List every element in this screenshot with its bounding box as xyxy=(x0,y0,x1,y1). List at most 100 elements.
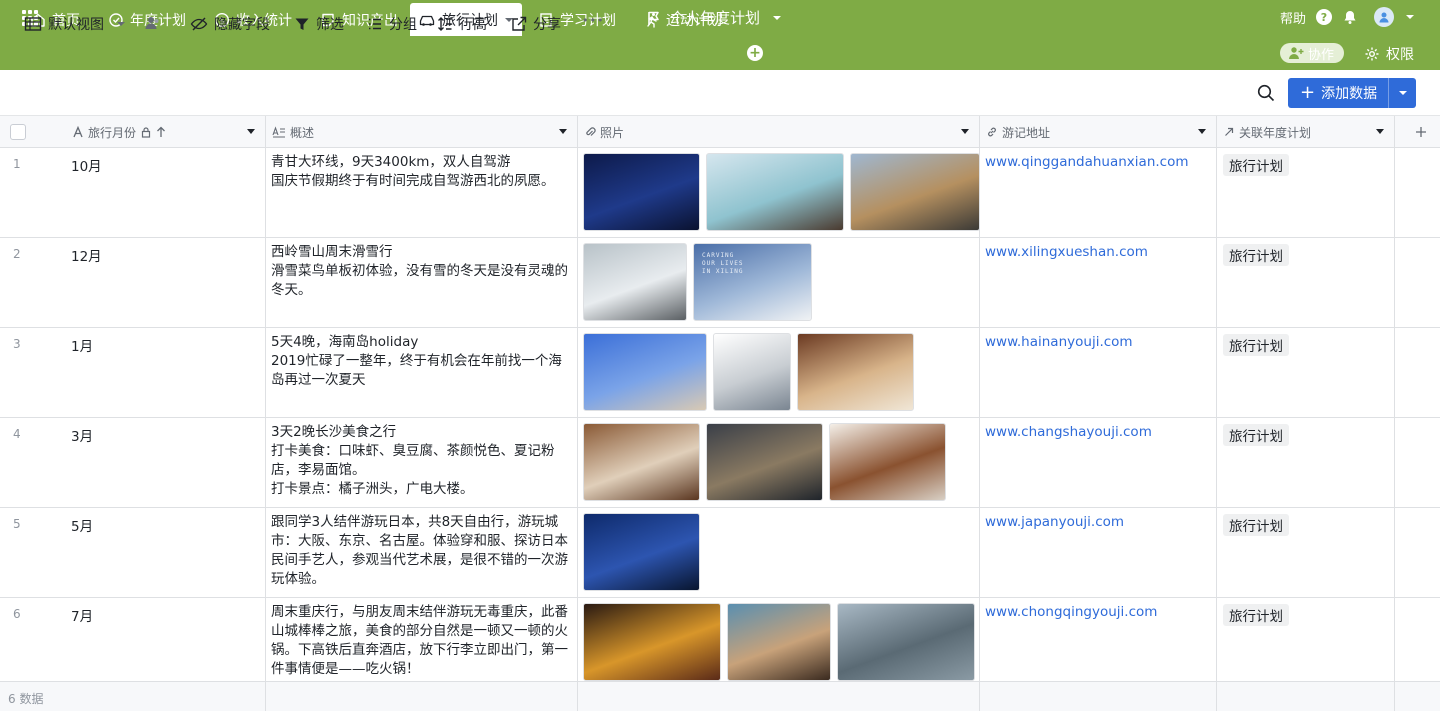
column-header-month[interactable]: 旅行月份 xyxy=(64,116,266,148)
cell-desc[interactable]: 青甘大环线，9天3400km，双人自驾游 国庆节假期终于有时间完成自驾游西北的夙愿… xyxy=(266,148,578,238)
table-row[interactable]: 3 1月 5天4晚，海南岛holiday 2019忙碌了一整年，终于有机会在年前找一个… xyxy=(0,328,1440,418)
help-label[interactable]: 帮助 xyxy=(1280,8,1306,27)
table-row[interactable]: 6 7月 周末重庆行，与朋友周末结伴游玩无毒重庆，此番山城棒棒之旅，美食的部分自然是… xyxy=(0,598,1440,688)
photo-thumbnail[interactable] xyxy=(583,243,687,321)
desc-line: 滑雪菜鸟单板初体验，没有雪的冬天是没有灵魂的冬天。 xyxy=(271,263,568,298)
cell-desc[interactable]: 跟同学3人结伴游玩日本，共8天自由行，游玩城市：大阪、东京、名古屋。体验穿和服、… xyxy=(266,508,578,598)
footer-col xyxy=(578,682,980,711)
column-menu-icon[interactable] xyxy=(1376,129,1384,134)
add-column-button[interactable] xyxy=(1395,116,1440,148)
cell-plan[interactable]: 旅行计划 xyxy=(1217,148,1395,238)
cell-photo[interactable] xyxy=(578,328,980,418)
travel-log-link[interactable]: www.chongqingyouji.com xyxy=(985,604,1157,620)
row-height-button[interactable]: 行高 xyxy=(437,14,487,34)
select-all-checkbox[interactable] xyxy=(10,124,26,140)
photo-thumbnail[interactable] xyxy=(706,153,844,231)
column-menu-icon[interactable] xyxy=(247,129,255,134)
tab-sport-plan[interactable]: 运动计划 xyxy=(636,3,730,36)
linked-record-tag[interactable]: 旅行计划 xyxy=(1223,514,1289,536)
view-switcher[interactable]: 默认视图 xyxy=(24,14,128,34)
column-header-plan[interactable]: 关联年度计划 xyxy=(1217,116,1395,148)
column-header-photo[interactable]: 照片 xyxy=(578,116,980,148)
desc-line: 周末重庆行，与朋友周末结伴游玩无毒重庆，此番山城棒棒之旅，美食的部分自然是一顿又… xyxy=(271,604,568,677)
share-label: 分享 xyxy=(533,17,561,33)
cell-plan[interactable]: 旅行计划 xyxy=(1217,328,1395,418)
column-menu-icon[interactable] xyxy=(961,129,969,134)
avatar-chevron-icon[interactable] xyxy=(1404,12,1416,22)
photo-thumbnail[interactable] xyxy=(797,333,914,411)
travel-log-link[interactable]: www.xilingxueshan.com xyxy=(985,244,1148,260)
cell-month[interactable]: 3月 xyxy=(64,418,266,508)
linked-record-tag[interactable]: 旅行计划 xyxy=(1223,244,1289,266)
cell-photo[interactable] xyxy=(578,598,980,688)
cell-desc[interactable]: 西岭雪山周末滑雪行 滑雪菜鸟单板初体验，没有雪的冬天是没有灵魂的冬天。 xyxy=(266,238,578,328)
add-data-main[interactable]: + 添加数据 xyxy=(1288,83,1388,103)
photo-thumbnail[interactable] xyxy=(837,603,975,681)
column-menu-icon[interactable] xyxy=(1198,129,1206,134)
photo-thumbnail[interactable] xyxy=(706,423,823,501)
linked-record-tag[interactable]: 旅行计划 xyxy=(1223,604,1289,626)
photo-thumbnail[interactable] xyxy=(583,153,700,231)
add-data-button[interactable]: + 添加数据 xyxy=(1288,78,1416,108)
table-row[interactable]: 2 12月 西岭雪山周末滑雪行 滑雪菜鸟单板初体验，没有雪的冬天是没有灵魂的冬天。 CA… xyxy=(0,238,1440,328)
cell-month[interactable]: 7月 xyxy=(64,598,266,688)
link-icon xyxy=(988,127,996,137)
photo-thumbnail[interactable] xyxy=(583,603,721,681)
cell-plan[interactable]: 旅行计划 xyxy=(1217,598,1395,688)
cell-desc[interactable]: 5天4晚，海南岛holiday 2019忙碌了一整年，终于有机会在年前找一个海岛再… xyxy=(266,328,578,418)
photo-thumbnail[interactable] xyxy=(829,423,946,501)
photo-thumbnail[interactable] xyxy=(727,603,831,681)
linked-record-tag[interactable]: 旅行计划 xyxy=(1223,334,1289,356)
photo-thumbnail[interactable] xyxy=(850,153,979,231)
cell-plan[interactable]: 旅行计划 xyxy=(1217,238,1395,328)
hide-fields-button[interactable]: 隐藏字段 xyxy=(190,14,270,34)
add-tab-icon[interactable]: + xyxy=(747,45,763,61)
help-icon[interactable]: ? xyxy=(1316,9,1332,25)
permission-button[interactable]: 权限 xyxy=(1364,44,1414,64)
photo-thumbnail[interactable] xyxy=(583,423,700,501)
cell-month[interactable]: 10月 xyxy=(64,148,266,238)
cell-month[interactable]: 12月 xyxy=(64,238,266,328)
linked-record-tag[interactable]: 旅行计划 xyxy=(1223,424,1289,446)
cell-photo[interactable] xyxy=(578,148,980,238)
photo-thumbnail[interactable]: CARVING OUR LIVES IN XILING xyxy=(693,243,812,321)
photo-thumbnail[interactable] xyxy=(713,333,791,411)
table-row[interactable]: 1 10月 青甘大环线，9天3400km，双人自驾游 国庆节假期终于有时间完成自驾游西… xyxy=(0,148,1440,238)
collab-button[interactable]: 协作 xyxy=(1280,43,1345,63)
column-header-desc[interactable]: 概述 xyxy=(266,116,578,148)
cell-photo[interactable]: CARVING OUR LIVES IN XILING xyxy=(578,238,980,328)
travel-log-link[interactable]: www.qinggandahuanxian.com xyxy=(985,154,1189,170)
bell-icon[interactable] xyxy=(1342,9,1358,25)
cell-addr: www.hainanyouji.com xyxy=(980,328,1217,418)
record-count: 6 数据 xyxy=(8,692,44,706)
search-icon[interactable] xyxy=(1257,84,1275,102)
cell-month[interactable]: 5月 xyxy=(64,508,266,598)
footer-col xyxy=(1217,682,1395,711)
share-button[interactable]: 分享 xyxy=(511,14,561,34)
column-menu-icon[interactable] xyxy=(559,129,567,134)
cell-photo[interactable] xyxy=(578,418,980,508)
cell-photo[interactable] xyxy=(578,508,980,598)
table-row[interactable]: 5 5月 跟同学3人结伴游玩日本，共8天自由行，游玩城市：大阪、东京、名古屋。体验穿… xyxy=(0,508,1440,598)
group-button[interactable]: 分组 xyxy=(367,14,417,34)
travel-log-link[interactable]: www.japanyouji.com xyxy=(985,514,1124,530)
cell-desc[interactable]: 周末重庆行，与朋友周末结伴游玩无毒重庆，此番山城棒棒之旅，美食的部分自然是一顿又… xyxy=(266,598,578,688)
chevron-down-icon[interactable] xyxy=(768,13,786,23)
cell-plan[interactable]: 旅行计划 xyxy=(1217,418,1395,508)
add-data-dropdown[interactable] xyxy=(1389,89,1416,97)
avatar[interactable] xyxy=(1374,7,1394,27)
filter-button[interactable]: 筛选 xyxy=(294,14,344,34)
travel-log-link[interactable]: www.changshayouji.com xyxy=(985,424,1152,440)
more-options-icon[interactable]: ••• xyxy=(582,14,604,27)
row-number: 2 xyxy=(13,247,21,261)
cell-month[interactable]: 1月 xyxy=(64,328,266,418)
cell-desc[interactable]: 3天2晚长沙美食之行 打卡美食：口味虾、臭豆腐、茶颜悦色、夏记粉店，李易面馆。 打卡… xyxy=(266,418,578,508)
photo-thumbnail[interactable] xyxy=(583,513,700,591)
photo-thumbnail[interactable] xyxy=(583,333,707,411)
cell-plan[interactable]: 旅行计划 xyxy=(1217,508,1395,598)
linked-record-tag[interactable]: 旅行计划 xyxy=(1223,154,1289,176)
personal-view-button[interactable] xyxy=(144,15,162,31)
column-header-addr[interactable]: 游记地址 xyxy=(980,116,1217,148)
table-row[interactable]: 4 3月 3天2晚长沙美食之行 打卡美食：口味虾、臭豆腐、茶颜悦色、夏记粉店，李易面馆… xyxy=(0,418,1440,508)
travel-log-link[interactable]: www.hainanyouji.com xyxy=(985,334,1133,350)
